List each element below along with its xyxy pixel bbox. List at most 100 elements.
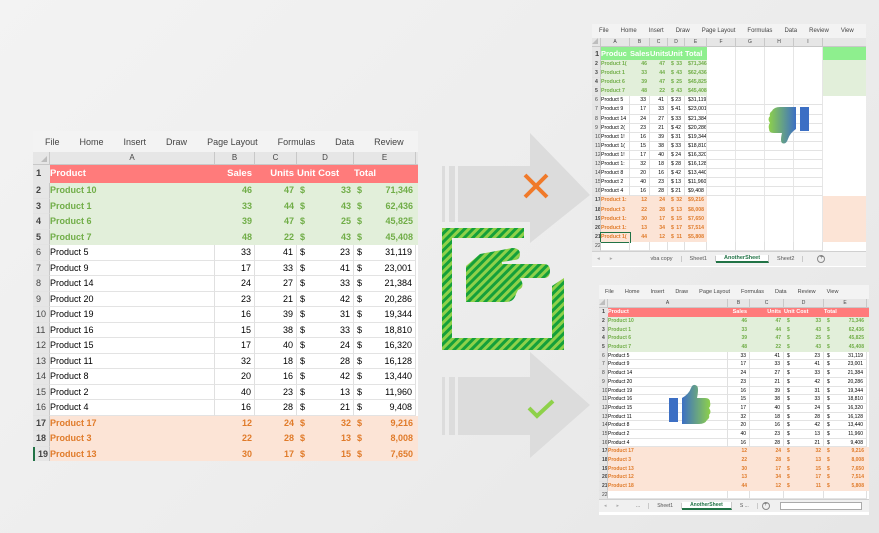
empty-cell[interactable] [794,60,823,70]
unit-cost-cell[interactable]: $28 [668,160,685,170]
total-cell[interactable]: $62,436 [685,69,707,78]
product-cell[interactable]: Product 1( [601,141,630,151]
empty-cell[interactable] [707,160,736,170]
unit-cost-cell[interactable]: $43 [668,69,685,78]
empty-cell[interactable] [736,96,765,106]
empty-cell[interactable] [794,214,823,224]
units-cell[interactable]: 16 [750,421,784,430]
unit-cost-cell[interactable]: $33 [297,322,354,338]
sales-cell[interactable]: 16 [215,307,255,323]
empty-cell[interactable] [707,232,736,242]
unit-cost-cell[interactable]: $13 [297,384,354,400]
units-cell[interactable]: 34 [650,224,668,233]
empty-cell[interactable] [765,196,794,206]
product-cell[interactable]: Product 17 [608,447,728,456]
empty-cell[interactable] [736,187,765,197]
empty-cell[interactable] [736,232,765,242]
total-cell[interactable]: $9,408 [685,187,707,197]
menu-page-layout[interactable]: Page Layout [207,137,258,147]
row-number[interactable]: 3 [592,69,601,79]
sales-cell[interactable]: 48 [630,87,650,96]
units-cell[interactable]: 47 [255,214,297,230]
total-cell[interactable]: $8,008 [824,456,867,465]
unit-cost-cell[interactable]: $17 [784,473,824,482]
empty-cell[interactable] [794,232,823,242]
menu-home[interactable]: Home [621,28,637,34]
sales-cell[interactable]: 16 [630,132,650,142]
total-cell[interactable]: $16,128 [824,412,867,422]
total-cell[interactable]: $23,001 [354,260,416,276]
row-number[interactable]: 7 [33,260,50,276]
total-cell[interactable]: $11,960 [685,178,707,188]
product-cell[interactable]: Product 7 [608,343,728,352]
unit-cost-cell[interactable]: $33 [668,141,685,151]
menu-data[interactable]: Data [335,137,354,147]
row-number[interactable]: 20 [592,223,601,233]
units-cell[interactable]: 17 [255,447,297,462]
header-units[interactable]: Units [650,47,668,60]
column-header-a[interactable]: A [601,38,630,46]
empty-cell[interactable] [707,114,736,124]
empty-cell[interactable] [736,60,765,70]
total-cell[interactable]: $21,384 [824,369,867,378]
unit-cost-cell[interactable]: $43 [784,326,824,335]
header-total[interactable]: Total [824,308,867,317]
select-all-corner[interactable] [592,38,601,46]
product-cell[interactable]: Product 11 [50,353,215,369]
column-header-c[interactable]: C [750,299,784,307]
sales-cell[interactable]: 17 [630,150,650,161]
sales-cell[interactable]: 39 [728,334,750,343]
empty-cell[interactable] [784,490,824,500]
empty-cell[interactable] [707,105,736,115]
total-cell[interactable]: $19,344 [685,132,707,142]
unit-cost-cell[interactable]: $41 [784,360,824,370]
empty-cell[interactable] [794,69,823,79]
column-header-d[interactable]: D [297,152,354,164]
sales-cell[interactable]: 33 [215,199,255,215]
empty-cell[interactable] [707,78,736,88]
total-cell[interactable]: $7,650 [685,215,707,224]
sales-cell[interactable]: 39 [630,78,650,87]
product-cell[interactable]: Product 17 [50,416,215,432]
empty-cell[interactable] [765,214,794,224]
menu-file[interactable]: File [45,137,60,147]
empty-cell[interactable] [728,490,750,500]
row-number[interactable]: 7 [599,360,608,370]
units-cell[interactable]: 47 [255,183,297,199]
row-number[interactable]: 4 [599,334,608,344]
row-number[interactable]: 4 [592,78,601,88]
sales-cell[interactable]: 16 [728,386,750,396]
unit-cost-cell[interactable]: $33 [784,395,824,404]
row-number[interactable]: 17 [33,415,50,431]
empty-cell[interactable] [736,78,765,88]
empty-cell[interactable] [707,96,736,106]
units-cell[interactable]: 24 [750,447,784,456]
unit-cost-cell[interactable]: $15 [784,465,824,474]
menu-file[interactable]: File [599,28,609,34]
product-cell[interactable]: Product 1( [600,231,631,243]
row-number[interactable]: 14 [599,421,608,430]
header-product[interactable]: Product [50,165,215,183]
product-cell[interactable]: Product 1( [601,60,630,69]
product-cell[interactable]: Product 7 [601,87,630,96]
product-cell[interactable]: Product 1: [601,215,630,224]
row-number[interactable]: 9 [592,123,601,133]
sheet-nav-next[interactable]: ▸ [612,503,625,509]
units-cell[interactable]: 16 [255,369,297,385]
total-cell[interactable]: $20,286 [685,123,707,133]
product-cell[interactable]: Product 9 [601,105,630,115]
units-cell[interactable]: 21 [650,123,668,133]
row-number[interactable]: 11 [33,322,50,338]
empty-cell[interactable] [707,87,736,97]
column-header-b[interactable]: B [630,38,650,46]
unit-cost-cell[interactable]: $13 [668,206,685,215]
unit-cost-cell[interactable]: $42 [297,369,354,385]
empty-cell[interactable] [765,205,794,215]
column-header-c[interactable]: C [650,38,668,46]
total-cell[interactable]: $20,286 [824,377,867,387]
sales-cell[interactable]: 16 [630,187,650,197]
units-cell[interactable]: 22 [255,230,297,246]
units-cell[interactable]: 24 [650,196,668,205]
column-header-e[interactable]: E [824,299,867,307]
empty-cell[interactable] [794,169,823,179]
